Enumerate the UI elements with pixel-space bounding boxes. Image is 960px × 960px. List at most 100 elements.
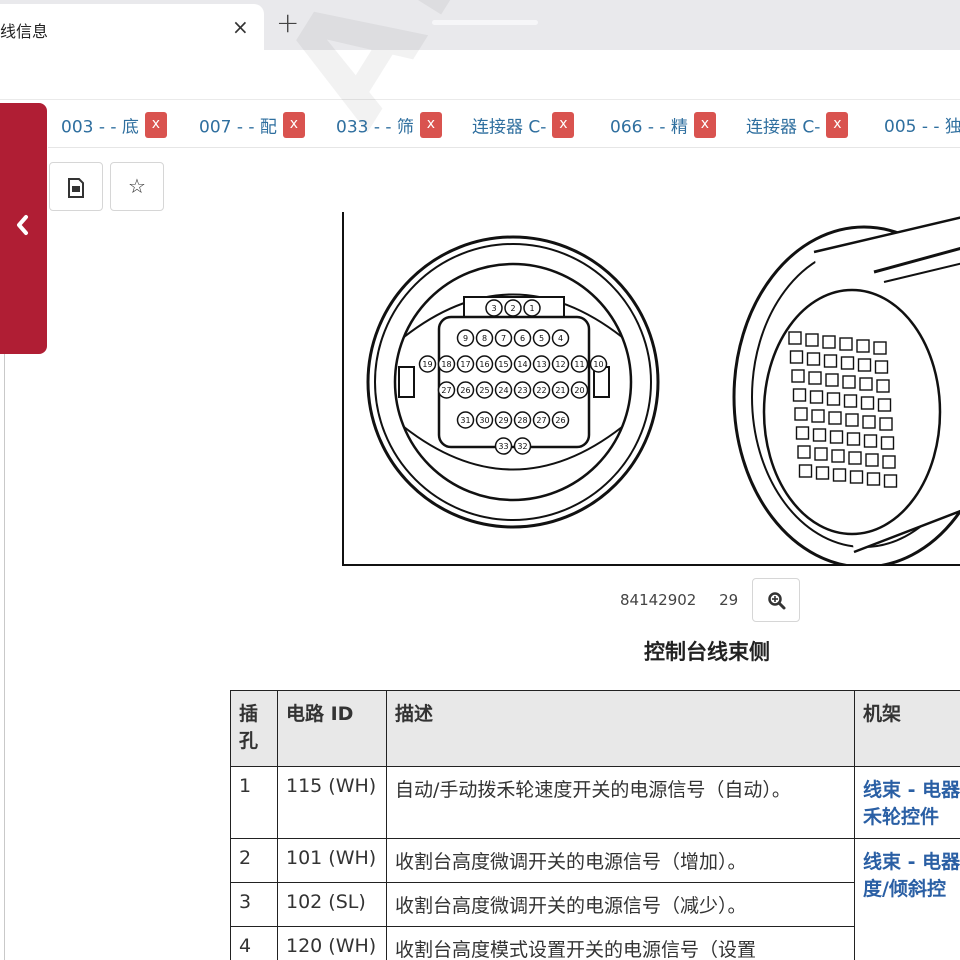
connector-cavity (879, 417, 893, 431)
connector-cavity (794, 407, 808, 421)
connector-cavity (791, 369, 805, 383)
connector-cavity (832, 468, 847, 482)
connector-cavity (829, 430, 844, 444)
doc-tab-close-button[interactable]: x (144, 112, 167, 138)
new-tab-button[interactable]: + (276, 6, 299, 39)
description-cell: 收割台高度模式设置开关的电源信号（设置 (386, 926, 855, 960)
pin-cell: 3 (230, 882, 278, 927)
doc-tab-close-button[interactable]: x (826, 112, 849, 138)
doc-tab-label[interactable]: 033 - - 筛 (336, 118, 414, 138)
connector-pin-label: 7 (501, 334, 506, 343)
connector-pin-label: 22 (536, 386, 546, 395)
connector-pin-label: 1 (529, 304, 534, 313)
connector-cavity (792, 388, 807, 402)
doc-tab-label[interactable]: 005 - - 独 (884, 117, 960, 137)
connector-cavity (808, 371, 822, 385)
chevron-left-icon (17, 215, 28, 235)
connector-cavity (798, 464, 813, 478)
doc-tab-close-button[interactable]: x (693, 112, 716, 138)
connector-pin-label: 14 (517, 360, 527, 369)
pinout-table: 插孔 电路 ID 描述 机架 1 115 (WH) 自动/手动拨禾轮速度开关的电… (230, 690, 960, 960)
doc-tab-close-button[interactable]: x (552, 112, 575, 138)
header-pin: 插孔 (230, 690, 278, 767)
doc-tab-label[interactable]: 007 - - 配 (199, 118, 277, 138)
connector-cavity (848, 451, 862, 465)
doc-tab-label[interactable]: 066 - - 精 (610, 118, 688, 138)
doc-tab[interactable]: 003 - - 底x (61, 112, 167, 140)
connector-pin-label: 4 (558, 334, 563, 343)
part-number: 84142902 (620, 591, 697, 609)
connector-pin-label: 29 (498, 416, 508, 425)
connector-cavity (831, 449, 845, 463)
circuit-cell: 102 (SL) (277, 882, 387, 927)
connector-pin-label: 8 (482, 334, 487, 343)
doc-tab-label[interactable]: 连接器 C- (746, 118, 820, 138)
connector-pin-label: 15 (498, 360, 508, 369)
connector-pin-label: 18 (441, 360, 451, 369)
zoom-button[interactable] (752, 578, 800, 622)
doc-tab[interactable]: 连接器 C-x (746, 112, 849, 140)
doc-tab-label[interactable]: 003 - - 底 (61, 118, 139, 138)
connector-cavity (806, 352, 821, 366)
favorite-button[interactable]: ☆ (110, 162, 164, 211)
connector-cavity (812, 428, 827, 442)
circuit-cell: 120 (WH) (277, 926, 387, 960)
connector-pin-label: 9 (463, 334, 468, 343)
connector-cavity (863, 434, 878, 448)
connector-pin-label: 26 (555, 416, 565, 425)
connector-cavity (856, 339, 870, 353)
document-tab-bar: 003 - - 底x 007 - - 配x 033 - - 筛x 连接器 C-x… (48, 104, 960, 148)
connector-cavity (823, 354, 838, 368)
connector-pin-label: 33 (498, 442, 508, 451)
connector-pin-label: 17 (460, 360, 470, 369)
connector-pin-label: 5 (539, 334, 544, 343)
connector-cavity (814, 447, 828, 461)
description-cell: 收割台高度微调开关的电源信号（减少）。 (386, 882, 855, 927)
rack-link[interactable]: 线束 - 电器 禾轮控件 (854, 766, 960, 839)
connector-cavity (880, 436, 895, 450)
doc-tab[interactable]: 007 - - 配x (199, 112, 305, 140)
pin-cell: 2 (230, 838, 278, 883)
connector-illustration: 3 2 19 8 7 6 5 419 18 17 16 15 14 13 12 11 1027 26 25 24 23 2… (366, 216, 960, 564)
connector-cavity (809, 390, 824, 404)
rack-link[interactable]: 线束 - 电器 度/倾斜控 (854, 838, 960, 960)
connector-cavity (846, 432, 861, 446)
description-cell: 收割台高度微调开关的电源信号（增加）。 (386, 838, 855, 883)
figure-title: 控制台线束侧 (644, 640, 770, 664)
connector-cavity (845, 413, 859, 427)
connector-pin-label: 24 (498, 386, 508, 395)
pdf-export-button[interactable] (49, 162, 103, 211)
connector-pin-label: 28 (517, 416, 527, 425)
connector-cavity (876, 379, 890, 393)
close-icon[interactable]: × (232, 15, 249, 39)
sidebar-toggle-button[interactable] (0, 103, 47, 354)
connector-pin-label: 30 (479, 416, 489, 425)
connector-cavity (839, 337, 853, 351)
connector-pin-label: 23 (517, 386, 527, 395)
doc-tab-label[interactable]: 连接器 C- (472, 118, 546, 138)
connector-pin-label: 6 (520, 334, 525, 343)
connector-pin-label: 27 (441, 386, 451, 395)
connector-cavity (857, 358, 872, 372)
table-row: 3 102 (SL) 收割台高度微调开关的电源信号（减少）。 (230, 882, 960, 927)
connector-cavity (842, 375, 856, 389)
page-number: 29 (719, 591, 739, 609)
doc-tab[interactable]: 005 - - 独 (884, 112, 960, 140)
connector-cavity (877, 398, 892, 412)
connector-cavity (882, 455, 896, 469)
connector-cavity (805, 333, 819, 347)
doc-tab[interactable]: 连接器 C-x (472, 112, 575, 140)
table-header-row: 插孔 电路 ID 描述 机架 (230, 690, 960, 767)
connector-cavity (866, 472, 881, 486)
doc-tab[interactable]: 066 - - 精x (610, 112, 716, 140)
connector-cavity (789, 350, 804, 364)
connector-cavity (811, 409, 825, 423)
connector-pin-label: 31 (460, 416, 470, 425)
doc-tab-close-button[interactable]: x (282, 112, 305, 138)
connector-pin-label: 19 (422, 360, 432, 369)
browser-tab[interactable]: 线信息 × (0, 4, 264, 50)
window-drag-handle[interactable] (432, 20, 538, 25)
doc-tab-close-button[interactable]: x (419, 112, 442, 138)
description-cell: 自动/手动拨禾轮速度开关的电源信号（自动）。 (386, 766, 855, 839)
doc-tab[interactable]: 033 - - 筛x (336, 112, 442, 140)
